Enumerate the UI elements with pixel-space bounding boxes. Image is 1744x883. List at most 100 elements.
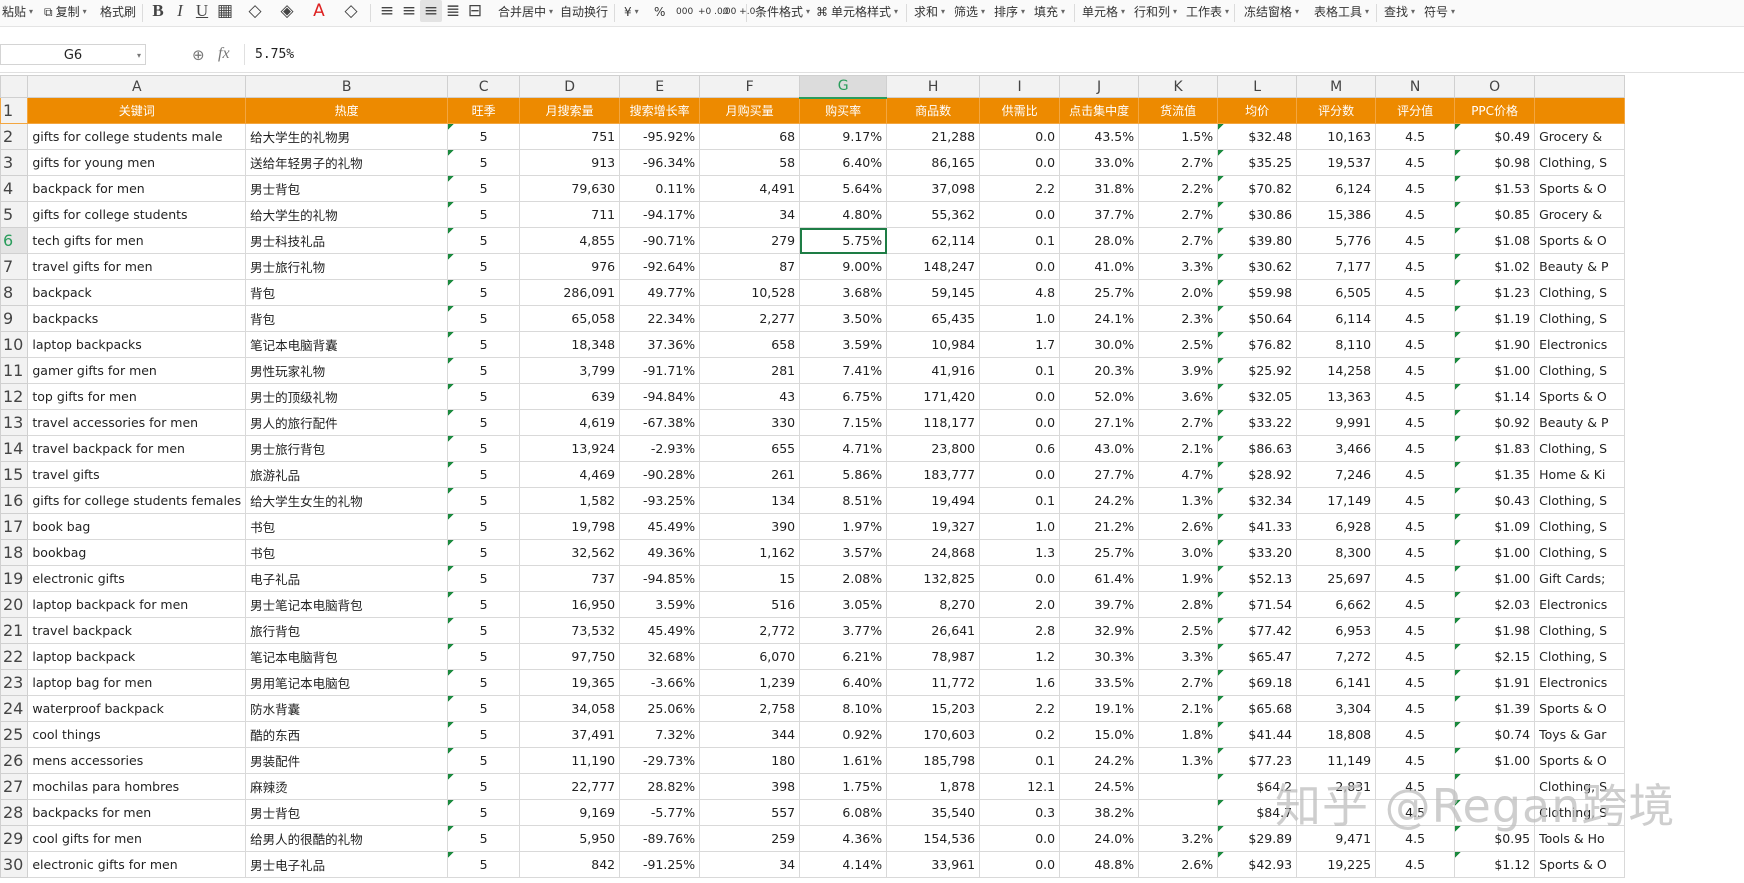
cells-button[interactable]: 单元格 ▾ (1082, 2, 1125, 22)
table-cell[interactable]: 2.08% (799, 565, 888, 592)
table-cell[interactable]: 4.5 (1375, 305, 1456, 332)
table-cell[interactable]: electronic gifts for men (27, 851, 247, 878)
table-cell[interactable]: 24.1% (1059, 305, 1140, 332)
table-cell[interactable]: Sports & O (1534, 747, 1626, 774)
table-cell[interactable]: 32.68% (619, 643, 701, 670)
table-cell[interactable]: 913 (519, 149, 621, 176)
table-cell[interactable]: 3.77% (799, 617, 888, 644)
table-cell[interactable]: 24.5% (1059, 773, 1140, 800)
table-cell[interactable]: 9.00% (799, 253, 888, 280)
table-cell[interactable]: 0.3 (979, 799, 1061, 826)
align-left-icon[interactable]: ≡ (376, 0, 398, 22)
align-center-icon[interactable]: ≡ (398, 0, 420, 22)
table-cell[interactable]: $1.12 (1454, 851, 1536, 878)
table-cell[interactable]: $1.00 (1454, 357, 1536, 384)
table-cell[interactable]: $32.34 (1217, 487, 1298, 514)
header-cell[interactable]: 购买率 (799, 97, 888, 124)
table-cell[interactable]: 23,800 (886, 435, 981, 462)
column-header-m[interactable]: M (1296, 75, 1377, 98)
table-cell[interactable]: Grocery & (1534, 123, 1626, 150)
row-number[interactable]: 6 (0, 227, 29, 254)
table-cell[interactable]: 男士背包 (245, 175, 449, 202)
column-header-d[interactable]: D (519, 75, 621, 98)
table-cell[interactable]: 4.5 (1375, 357, 1456, 384)
column-header-b[interactable]: B (245, 75, 449, 98)
row-number[interactable]: 16 (0, 487, 29, 514)
table-cell[interactable]: 6,662 (1296, 591, 1377, 618)
table-cell[interactable]: 48.8% (1059, 851, 1140, 878)
table-cell[interactable]: $42.93 (1217, 851, 1298, 878)
table-cell[interactable]: 4.5 (1375, 799, 1456, 826)
table-cell[interactable]: 330 (699, 409, 801, 436)
table-cell[interactable]: 185,798 (886, 747, 981, 774)
table-cell[interactable]: 7.41% (799, 357, 888, 384)
underline-button[interactable]: U (191, 0, 213, 22)
table-cell[interactable]: electronic gifts (27, 565, 247, 592)
table-cell[interactable]: 3.6% (1138, 383, 1219, 410)
find-button[interactable]: 查找 ▾ (1384, 2, 1415, 22)
table-cell[interactable]: $1.19 (1454, 305, 1536, 332)
table-cell[interactable]: 5 (447, 331, 521, 358)
wrap-text-button[interactable]: 自动换行 (560, 2, 608, 22)
table-cell[interactable]: 2.5% (1138, 617, 1219, 644)
table-cell[interactable]: 3.3% (1138, 253, 1219, 280)
table-cell[interactable]: 32.9% (1059, 617, 1140, 644)
table-cell[interactable]: 19,327 (886, 513, 981, 540)
table-cell[interactable]: 0.0 (979, 383, 1061, 410)
table-cell[interactable]: 43.0% (1059, 435, 1140, 462)
table-cell[interactable]: 398 (699, 773, 801, 800)
format-painter-button[interactable]: 格式刷 (100, 2, 136, 22)
row-number[interactable]: 29 (0, 825, 29, 852)
row-number[interactable]: 2 (0, 123, 29, 150)
row-number[interactable]: 12 (0, 383, 29, 410)
table-cell[interactable]: 5 (447, 565, 521, 592)
table-cell[interactable]: 1,582 (519, 487, 621, 514)
symbol-button[interactable]: 符号 ▾ (1424, 2, 1455, 22)
table-cell[interactable]: gifts for young men (27, 149, 247, 176)
table-cell[interactable] (1138, 799, 1219, 826)
table-cell[interactable]: Clothing, S (1534, 149, 1626, 176)
table-cell[interactable]: 4.5 (1375, 565, 1456, 592)
table-cell[interactable]: 18,808 (1296, 721, 1377, 748)
fx-icon[interactable]: fx (218, 45, 230, 63)
table-cell[interactable]: -67.38% (619, 409, 701, 436)
percent-button[interactable]: % (654, 2, 665, 22)
table-cell[interactable]: 给大学生的礼物男 (245, 123, 449, 150)
table-cell[interactable]: 12.1 (979, 773, 1061, 800)
table-cell[interactable]: 背包 (245, 305, 449, 332)
table-cell[interactable]: 751 (519, 123, 621, 150)
table-cell[interactable]: 男性玩家礼物 (245, 357, 449, 384)
column-header-i[interactable]: I (979, 75, 1061, 98)
table-cell[interactable]: 31.8% (1059, 175, 1140, 202)
table-cell[interactable]: 男士的顶级礼物 (245, 383, 449, 410)
table-cell[interactable]: 4.5 (1375, 435, 1456, 462)
table-cell[interactable]: $33.20 (1217, 539, 1298, 566)
table-cell[interactable]: 97,750 (519, 643, 621, 670)
table-cell[interactable]: 4.5 (1375, 695, 1456, 722)
table-cell[interactable]: -90.28% (619, 461, 701, 488)
font-color-icon[interactable]: A (308, 0, 330, 22)
table-cell[interactable]: 16,950 (519, 591, 621, 618)
table-cell[interactable]: 4.5 (1375, 591, 1456, 618)
table-cell[interactable]: 2.5% (1138, 331, 1219, 358)
table-cell[interactable]: Clothing, S (1534, 643, 1626, 670)
table-cell[interactable]: 给大学生女生的礼物 (245, 487, 449, 514)
row-number[interactable]: 3 (0, 149, 29, 176)
table-cell[interactable]: 28.82% (619, 773, 701, 800)
column-header-n[interactable]: N (1375, 75, 1456, 98)
table-cell[interactable]: 0.6 (979, 435, 1061, 462)
table-cell[interactable]: 49.36% (619, 539, 701, 566)
table-cell[interactable]: 1.0 (979, 305, 1061, 332)
table-cell[interactable]: -2.93% (619, 435, 701, 462)
table-cell[interactable]: 37.7% (1059, 201, 1140, 228)
table-cell[interactable]: Beauty & P (1534, 409, 1626, 436)
table-cell[interactable]: 5 (447, 747, 521, 774)
table-cell[interactable]: 1.2 (979, 643, 1061, 670)
table-cell[interactable]: 170,603 (886, 721, 981, 748)
zoom-icon[interactable]: ⊕ (192, 46, 205, 64)
table-cell[interactable]: 0.0 (979, 851, 1061, 878)
column-header-a[interactable]: A (27, 75, 247, 98)
table-cell[interactable]: travel backpack (27, 617, 247, 644)
row-number[interactable]: 24 (0, 695, 29, 722)
table-cell[interactable]: 658 (699, 331, 801, 358)
